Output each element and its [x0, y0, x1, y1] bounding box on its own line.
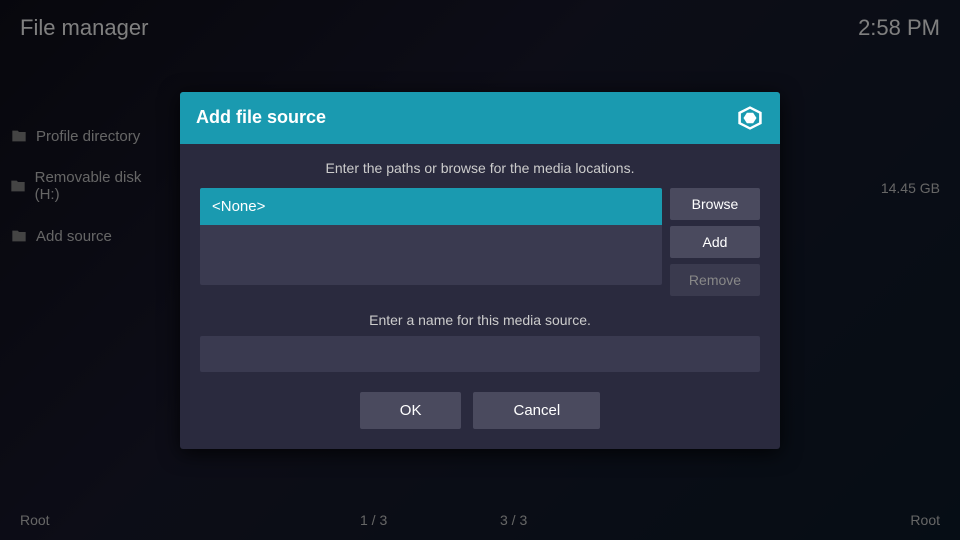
dialog-title: Add file source	[196, 107, 326, 128]
path-section: <None> Browse Add Remove	[200, 188, 760, 296]
path-item-empty	[200, 225, 662, 285]
dialog-close-button[interactable]	[736, 104, 764, 132]
source-name-input[interactable]	[200, 336, 760, 372]
name-section: Enter a name for this media source.	[200, 312, 760, 372]
browse-button[interactable]: Browse	[670, 188, 760, 220]
modal-overlay: Add file source Enter the paths or brows…	[0, 0, 960, 540]
path-list: <None>	[200, 188, 662, 296]
dialog-instruction1: Enter the paths or browse for the media …	[200, 160, 760, 176]
add-file-source-dialog: Add file source Enter the paths or brows…	[180, 92, 780, 449]
dialog-instruction2: Enter a name for this media source.	[200, 312, 760, 328]
dialog-body: Enter the paths or browse for the media …	[180, 144, 780, 449]
dialog-footer: OK Cancel	[200, 392, 760, 429]
path-item-none[interactable]: <None>	[200, 188, 662, 225]
cancel-button[interactable]: Cancel	[473, 392, 600, 429]
path-action-buttons: Browse Add Remove	[670, 188, 760, 296]
dialog-header: Add file source	[180, 92, 780, 144]
add-path-button[interactable]: Add	[670, 226, 760, 258]
ok-button[interactable]: OK	[360, 392, 462, 429]
remove-button[interactable]: Remove	[670, 264, 760, 296]
